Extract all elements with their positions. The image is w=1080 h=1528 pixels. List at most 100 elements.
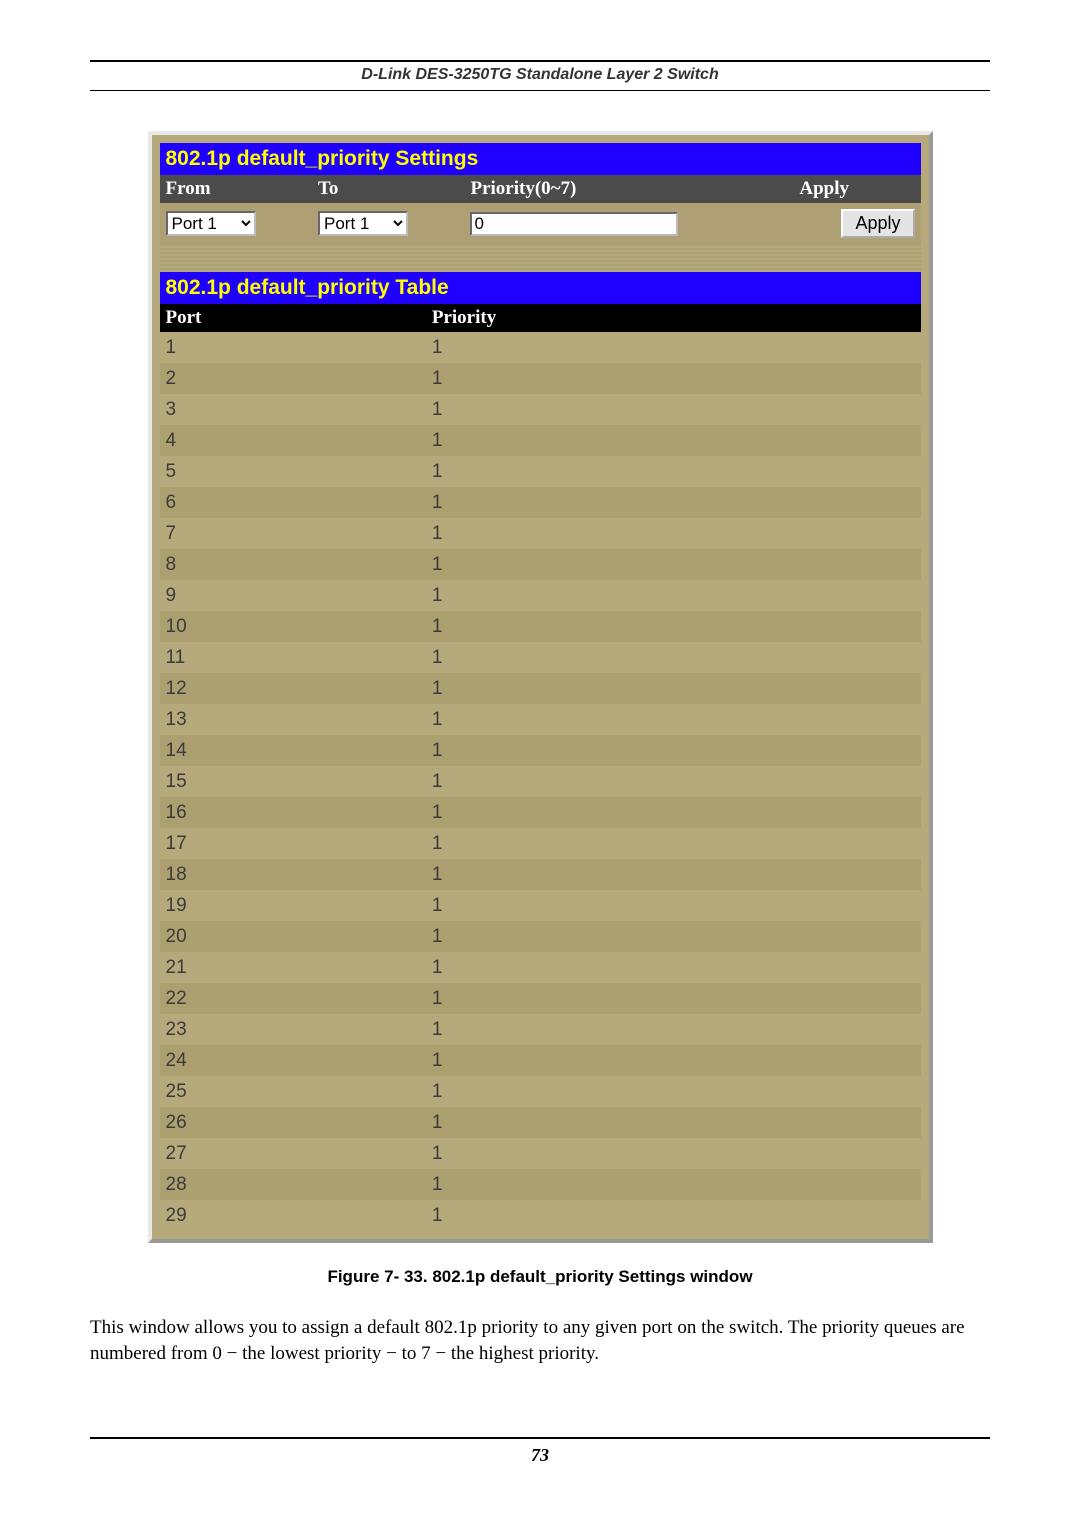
cell-port: 23 <box>160 1014 426 1045</box>
th-port: Port <box>160 304 426 332</box>
cell-priority: 1 <box>426 456 921 487</box>
cell-priority: 1 <box>426 673 921 704</box>
cell-port: 11 <box>160 642 426 673</box>
cell-port: 4 <box>160 425 426 456</box>
cell-priority: 1 <box>426 332 921 363</box>
cell-priority: 1 <box>426 766 921 797</box>
cell-port: 26 <box>160 1107 426 1138</box>
device-header: D-Link DES-3250TG Standalone Layer 2 Swi… <box>90 66 990 84</box>
settings-title: 802.1p default_priority Settings <box>160 143 921 175</box>
priority-table: Port Priority 11213141516171819110111112… <box>160 304 921 1231</box>
cell-priority: 1 <box>426 859 921 890</box>
cell-port: 28 <box>160 1169 426 1200</box>
cell-port: 27 <box>160 1138 426 1169</box>
table-row: 191 <box>160 890 921 921</box>
cell-priority: 1 <box>426 1200 921 1231</box>
cell-priority: 1 <box>426 952 921 983</box>
cell-priority: 1 <box>426 394 921 425</box>
cell-port: 8 <box>160 549 426 580</box>
table-row: 71 <box>160 518 921 549</box>
cell-priority: 1 <box>426 580 921 611</box>
table-row: 201 <box>160 921 921 952</box>
table-row: 261 <box>160 1107 921 1138</box>
cell-priority: 1 <box>426 363 921 394</box>
table-row: 231 <box>160 1014 921 1045</box>
table-row: 171 <box>160 828 921 859</box>
settings-form: From To Priority(0~7) Apply Port 1 Port … <box>160 175 921 244</box>
table-row: 21 <box>160 363 921 394</box>
page-number: 73 <box>90 1445 990 1466</box>
cell-priority: 1 <box>426 983 921 1014</box>
to-port-select[interactable]: Port 1 <box>318 211 408 236</box>
cell-priority: 1 <box>426 1138 921 1169</box>
cell-priority: 1 <box>426 1076 921 1107</box>
cell-priority: 1 <box>426 518 921 549</box>
cell-priority: 1 <box>426 549 921 580</box>
config-panel: 802.1p default_priority Settings From To… <box>148 131 933 1243</box>
table-row: 291 <box>160 1200 921 1231</box>
table-row: 151 <box>160 766 921 797</box>
cell-port: 9 <box>160 580 426 611</box>
cell-port: 19 <box>160 890 426 921</box>
table-row: 81 <box>160 549 921 580</box>
cell-port: 15 <box>160 766 426 797</box>
cell-port: 16 <box>160 797 426 828</box>
table-row: 281 <box>160 1169 921 1200</box>
table-row: 111 <box>160 642 921 673</box>
cell-priority: 1 <box>426 828 921 859</box>
table-row: 251 <box>160 1076 921 1107</box>
cell-port: 29 <box>160 1200 426 1231</box>
cell-port: 21 <box>160 952 426 983</box>
cell-port: 25 <box>160 1076 426 1107</box>
cell-port: 20 <box>160 921 426 952</box>
cell-priority: 1 <box>426 735 921 766</box>
priority-input[interactable] <box>470 212 678 236</box>
table-row: 211 <box>160 952 921 983</box>
figure-caption: Figure 7- 33. 802.1p default_priority Se… <box>90 1267 990 1287</box>
cell-priority: 1 <box>426 797 921 828</box>
cell-priority: 1 <box>426 1014 921 1045</box>
col-to: To <box>312 175 464 203</box>
apply-button[interactable]: Apply <box>841 209 914 238</box>
table-row: 161 <box>160 797 921 828</box>
cell-priority: 1 <box>426 611 921 642</box>
cell-priority: 1 <box>426 1045 921 1076</box>
cell-priority: 1 <box>426 1169 921 1200</box>
table-title: 802.1p default_priority Table <box>160 272 921 304</box>
cell-priority: 1 <box>426 704 921 735</box>
cell-port: 5 <box>160 456 426 487</box>
cell-port: 22 <box>160 983 426 1014</box>
table-row: 131 <box>160 704 921 735</box>
table-row: 31 <box>160 394 921 425</box>
table-row: 51 <box>160 456 921 487</box>
from-port-select[interactable]: Port 1 <box>166 211 256 236</box>
cell-port: 18 <box>160 859 426 890</box>
cell-port: 13 <box>160 704 426 735</box>
cell-port: 1 <box>160 332 426 363</box>
cell-port: 7 <box>160 518 426 549</box>
table-row: 221 <box>160 983 921 1014</box>
cell-priority: 1 <box>426 890 921 921</box>
cell-priority: 1 <box>426 921 921 952</box>
table-row: 91 <box>160 580 921 611</box>
cell-port: 14 <box>160 735 426 766</box>
table-row: 11 <box>160 332 921 363</box>
cell-priority: 1 <box>426 1107 921 1138</box>
cell-port: 12 <box>160 673 426 704</box>
th-priority: Priority <box>426 304 921 332</box>
table-row: 271 <box>160 1138 921 1169</box>
cell-priority: 1 <box>426 425 921 456</box>
cell-port: 6 <box>160 487 426 518</box>
table-row: 181 <box>160 859 921 890</box>
table-row: 121 <box>160 673 921 704</box>
cell-port: 24 <box>160 1045 426 1076</box>
table-row: 101 <box>160 611 921 642</box>
cell-priority: 1 <box>426 642 921 673</box>
col-priority: Priority(0~7) <box>464 175 793 203</box>
cell-port: 3 <box>160 394 426 425</box>
table-row: 141 <box>160 735 921 766</box>
cell-port: 2 <box>160 363 426 394</box>
table-row: 241 <box>160 1045 921 1076</box>
table-row: 61 <box>160 487 921 518</box>
body-text: This window allows you to assign a defau… <box>90 1315 990 1367</box>
